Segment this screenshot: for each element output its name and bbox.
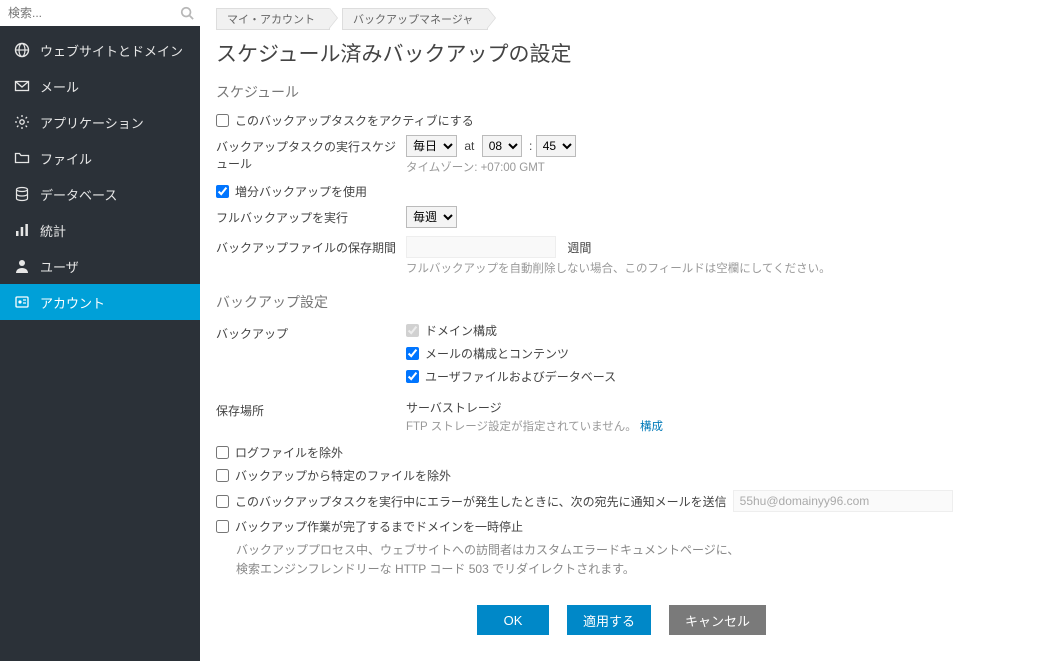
storage-value: サーバストレージ [406, 399, 1027, 416]
suspend-label: バックアップ作業が完了するまでドメインを一時停止 [235, 518, 523, 535]
userfiles-checkbox[interactable] [406, 370, 419, 383]
sidebar-item-files[interactable]: ファイル [0, 140, 200, 176]
sidebar-item-label: アカウント [40, 293, 105, 312]
time-colon: : [529, 139, 532, 153]
sidebar-item-users[interactable]: ユーザ [0, 248, 200, 284]
domain-config-label: ドメイン構成 [425, 322, 497, 339]
notify-checkbox[interactable] [216, 495, 229, 508]
suspend-checkbox[interactable] [216, 520, 229, 533]
section-settings-heading: バックアップ設定 [216, 292, 1027, 312]
database-icon [14, 186, 30, 202]
apply-button[interactable]: 適用する [567, 605, 651, 635]
sidebar-item-apps[interactable]: アプリケーション [0, 104, 200, 140]
breadcrumb: マイ・アカウント バックアップマネージャ [216, 8, 1027, 30]
sidebar-nav: ウェブサイトとドメイン メール アプリケーション ファイル データベース 統計 … [0, 32, 200, 320]
exclude-files-checkbox[interactable] [216, 469, 229, 482]
globe-icon [14, 42, 30, 58]
user-icon [14, 258, 30, 274]
mail-icon [14, 78, 30, 94]
hour-select[interactable]: 08 [482, 135, 522, 157]
mail-content-label: メールの構成とコンテンツ [425, 345, 569, 362]
full-backup-label: フルバックアップを実行 [216, 206, 406, 226]
mail-content-checkbox[interactable] [406, 347, 419, 360]
retention-label: バックアップファイルの保存期間 [216, 236, 406, 256]
sidebar-item-account[interactable]: アカウント [0, 284, 200, 320]
stats-icon [14, 222, 30, 238]
domain-config-checkbox [406, 324, 419, 337]
exclude-logs-label: ログファイルを除外 [235, 444, 343, 461]
timezone-hint: タイムゾーン: +07:00 GMT [406, 159, 1027, 175]
cancel-button[interactable]: キャンセル [669, 605, 766, 635]
userfiles-label: ユーザファイルおよびデータベース [425, 368, 616, 385]
retention-input[interactable] [406, 236, 556, 258]
backup-content-label: バックアップ [216, 322, 406, 342]
sidebar-item-label: データベース [40, 185, 117, 204]
retention-unit: 週間 [567, 241, 591, 255]
retention-hint: フルバックアップを自動削除しない場合、このフィールドは空欄にしてください。 [406, 260, 1027, 276]
notify-label: このバックアップタスクを実行中にエラーが発生したときに、次の宛先に通知メールを送… [235, 493, 727, 510]
sidebar-item-stats[interactable]: 統計 [0, 212, 200, 248]
search-wrapper [0, 0, 200, 26]
sidebar: ウェブサイトとドメイン メール アプリケーション ファイル データベース 統計 … [0, 0, 200, 661]
sidebar-item-label: 統計 [40, 221, 66, 240]
activate-checkbox[interactable] [216, 114, 229, 127]
account-icon [14, 294, 30, 310]
sidebar-item-label: メール [40, 77, 79, 96]
minute-select[interactable]: 45 [536, 135, 576, 157]
breadcrumb-item[interactable]: バックアップマネージャ [342, 8, 488, 30]
storage-hint: FTP ストレージ設定が指定されていません。 構成 [406, 418, 1027, 434]
frequency-select[interactable]: 毎日 [406, 135, 457, 157]
search-icon[interactable] [180, 6, 194, 20]
sidebar-item-label: ファイル [40, 149, 92, 168]
button-row: OK 適用する キャンセル [216, 605, 1027, 635]
storage-label: 保存場所 [216, 399, 406, 419]
gear-icon [14, 114, 30, 130]
sidebar-item-databases[interactable]: データベース [0, 176, 200, 212]
storage-hint-text: FTP ストレージ設定が指定されていません。 [406, 421, 637, 433]
suspend-description: バックアッププロセス中、ウェブサイトへの訪問者はカスタムエラードキュメントページ… [236, 541, 1027, 579]
exclude-files-label: バックアップから特定のファイルを除外 [235, 467, 451, 484]
at-label: at [464, 139, 474, 153]
activate-label: このバックアップタスクをアクティブにする [235, 112, 474, 129]
folder-icon [14, 150, 30, 166]
search-input[interactable] [8, 6, 180, 20]
sidebar-item-label: アプリケーション [40, 113, 144, 132]
run-schedule-label: バックアップタスクの実行スケジュール [216, 135, 406, 172]
notify-email-input [733, 490, 953, 512]
suspend-desc-line1: バックアッププロセス中、ウェブサイトへの訪問者はカスタムエラードキュメントページ… [236, 541, 1027, 560]
full-frequency-select[interactable]: 毎週 [406, 206, 457, 228]
incremental-checkbox[interactable] [216, 185, 229, 198]
incremental-label: 増分バックアップを使用 [235, 183, 367, 200]
ok-button[interactable]: OK [477, 605, 549, 635]
page-title: スケジュール済みバックアップの設定 [216, 38, 1027, 68]
sidebar-item-websites[interactable]: ウェブサイトとドメイン [0, 32, 200, 68]
exclude-logs-checkbox[interactable] [216, 446, 229, 459]
storage-configure-link[interactable]: 構成 [640, 421, 663, 433]
sidebar-item-label: ユーザ [40, 257, 79, 276]
breadcrumb-item[interactable]: マイ・アカウント [216, 8, 330, 30]
sidebar-item-label: ウェブサイトとドメイン [40, 41, 183, 60]
section-schedule-heading: スケジュール [216, 82, 1027, 102]
main-content: マイ・アカウント バックアップマネージャ スケジュール済みバックアップの設定 ス… [200, 0, 1043, 661]
sidebar-item-mail[interactable]: メール [0, 68, 200, 104]
suspend-desc-line2: 検索エンジンフレンドリーな HTTP コード 503 でリダイレクトされます。 [236, 560, 1027, 579]
